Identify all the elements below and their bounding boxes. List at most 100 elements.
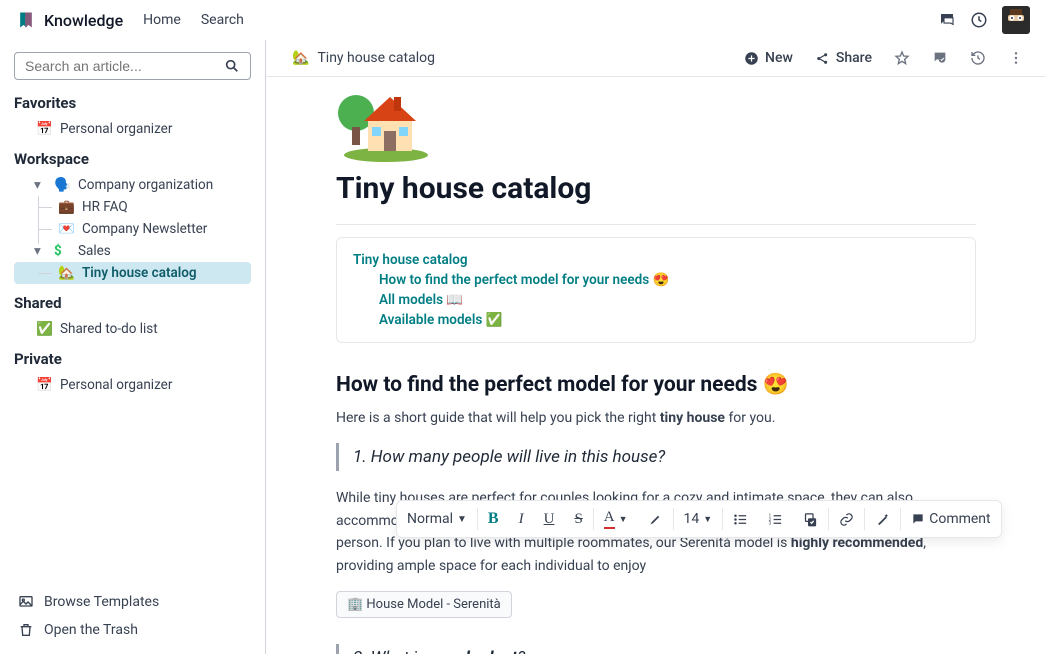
- share-button[interactable]: Share: [815, 50, 872, 66]
- toolbar-magic[interactable]: [865, 501, 900, 537]
- question-2[interactable]: 2. What is your budget?: [336, 644, 976, 654]
- toc-box: Tiny house catalog How to find the perfe…: [336, 237, 976, 343]
- link-icon: [839, 512, 854, 527]
- dollar-icon: $: [54, 243, 70, 259]
- hero-house-icon: [336, 83, 436, 163]
- toolbar-link[interactable]: [829, 501, 864, 537]
- comment-icon: [911, 512, 925, 526]
- tree-label: Company Newsletter: [82, 221, 207, 237]
- article-title[interactable]: Tiny house catalog: [336, 171, 976, 206]
- toolbar-font-size[interactable]: 14▼: [674, 501, 723, 537]
- new-label: New: [765, 50, 793, 66]
- toc-link-how-to-find[interactable]: How to find the perfect model for your n…: [353, 270, 959, 290]
- text: 2. What is your: [353, 648, 466, 654]
- chip-label: 🏢 House Model - Serenità: [347, 597, 501, 612]
- chat-icon[interactable]: [932, 50, 948, 66]
- toolbar-italic[interactable]: I: [509, 501, 534, 537]
- svg-text:3: 3: [769, 521, 772, 526]
- open-trash-button[interactable]: Open the Trash: [14, 616, 251, 644]
- trash-icon: [18, 622, 34, 638]
- messages-icon[interactable]: [938, 11, 956, 29]
- toc-link-available-models[interactable]: Available models ✅: [353, 310, 959, 330]
- toolbar-bold[interactable]: B: [478, 501, 509, 537]
- tree-company-newsletter[interactable]: 💌 Company Newsletter: [14, 218, 251, 240]
- briefcase-icon: 💼: [58, 199, 74, 215]
- private-personal-organizer[interactable]: 📅 Personal organizer: [14, 374, 251, 396]
- section-shared: Shared: [14, 294, 251, 312]
- section-private: Private: [14, 350, 251, 368]
- history-icon[interactable]: [970, 50, 986, 66]
- tree-label: Personal organizer: [60, 377, 172, 393]
- search-icon: [224, 58, 240, 74]
- toolbar-style-label: Normal: [407, 511, 453, 527]
- chevron-down-icon: ▼: [457, 514, 467, 525]
- tree-label: HR FAQ: [82, 199, 128, 215]
- toolbar-checklist[interactable]: [793, 501, 828, 537]
- tree-label: Tiny house catalog: [82, 265, 197, 281]
- toolbar-text-color[interactable]: A▼: [594, 501, 638, 537]
- app-name: Knowledge: [44, 11, 123, 30]
- section-workspace: Workspace: [14, 150, 251, 168]
- breadcrumb[interactable]: 🏡 Tiny house catalog: [292, 50, 435, 66]
- text-bold: tiny house: [660, 410, 725, 426]
- share-label: Share: [836, 50, 872, 66]
- user-avatar[interactable]: [1002, 6, 1030, 34]
- caret-down-icon[interactable]: ▾: [34, 243, 46, 259]
- tree-hr-faq[interactable]: 💼 HR FAQ: [14, 196, 251, 218]
- open-trash-label: Open the Trash: [44, 622, 138, 638]
- editor-toolbar[interactable]: Normal ▼ B I U S A▼ 14▼ 123 Comment: [396, 500, 1002, 538]
- breadcrumb-title: Tiny house catalog: [317, 50, 435, 66]
- tree-sales[interactable]: ▾ $ Sales: [14, 240, 251, 262]
- tree-label: Sales: [78, 243, 111, 259]
- more-vertical-icon[interactable]: [1008, 50, 1024, 66]
- text: Here is a short guide that will help you…: [336, 410, 660, 426]
- search-input[interactable]: [25, 58, 224, 74]
- toc-link-all-models[interactable]: All models 📖: [353, 290, 959, 310]
- checklist-icon: [803, 512, 818, 527]
- toolbar-highlight[interactable]: [638, 501, 673, 537]
- shared-todo-list[interactable]: ✅ Shared to-do list: [14, 318, 251, 340]
- plus-circle-icon: [744, 51, 759, 66]
- intro-paragraph[interactable]: Here is a short guide that will help you…: [336, 407, 976, 429]
- question-1[interactable]: 1. How many people will live in this hou…: [336, 443, 976, 471]
- toolbar-comment-label: Comment: [929, 511, 990, 527]
- image-icon: [18, 594, 34, 610]
- app-logo-group[interactable]: Knowledge: [16, 10, 123, 30]
- toolbar-underline[interactable]: U: [534, 501, 565, 537]
- text: ?: [517, 648, 525, 654]
- nav-search[interactable]: Search: [201, 12, 244, 28]
- envelope-icon: 💌: [58, 221, 74, 237]
- browse-templates-button[interactable]: Browse Templates: [14, 588, 251, 616]
- app-logo-icon: [16, 10, 36, 30]
- star-icon[interactable]: [894, 50, 910, 66]
- new-button[interactable]: New: [744, 50, 793, 66]
- caret-down-icon[interactable]: ▾: [34, 177, 46, 193]
- toolbar-numbered-list[interactable]: 123: [758, 501, 793, 537]
- calendar-icon: 📅: [36, 121, 52, 137]
- toolbar-size-label: 14: [684, 511, 700, 527]
- toolbar-bullet-list[interactable]: [723, 501, 758, 537]
- tree-company-organization[interactable]: ▾ 🗣️ Company organization: [14, 174, 251, 196]
- divider: [336, 224, 976, 225]
- nav-home[interactable]: Home: [143, 12, 181, 28]
- check-icon: ✅: [36, 321, 52, 337]
- chip-house-model[interactable]: 🏢 House Model - Serenità: [336, 591, 512, 618]
- speaking-icon: 🗣️: [54, 177, 70, 193]
- text-bold: budget: [466, 648, 518, 654]
- tree-label: Shared to-do list: [60, 321, 158, 337]
- section-favorites: Favorites: [14, 94, 251, 112]
- browse-templates-label: Browse Templates: [44, 594, 159, 610]
- house-icon: 🏡: [58, 265, 74, 281]
- toolbar-style-select[interactable]: Normal ▼: [397, 501, 477, 537]
- fav-item-personal-organizer[interactable]: 📅 Personal organizer: [14, 118, 251, 140]
- toolbar-comment[interactable]: Comment: [901, 501, 1000, 537]
- tree-label: Personal organizer: [60, 121, 172, 137]
- toc-link-root[interactable]: Tiny house catalog: [353, 250, 959, 270]
- activity-icon[interactable]: [970, 11, 988, 29]
- heading-how-to-find[interactable]: How to find the perfect model for your n…: [336, 373, 976, 397]
- toolbar-strike[interactable]: S: [564, 501, 592, 537]
- tree-tiny-house-catalog[interactable]: 🏡 Tiny house catalog: [14, 262, 251, 284]
- marker-icon: [648, 512, 663, 527]
- wand-icon: [875, 512, 890, 527]
- search-input-container[interactable]: [14, 52, 251, 80]
